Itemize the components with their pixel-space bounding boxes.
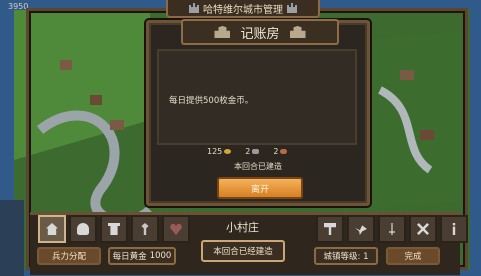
city-title: 哈特维尔城市管理 — [203, 4, 283, 16]
coin-indicator: 3950 — [8, 2, 29, 11]
done-button[interactable]: 完成 — [386, 247, 440, 265]
town-level-display: 城镇等级: 1 — [314, 247, 378, 265]
sword-icon — [389, 223, 395, 235]
tab-torch[interactable] — [131, 215, 159, 243]
tool-icon — [252, 149, 260, 154]
resource-meat: 2 — [273, 147, 288, 156]
tower-icon — [108, 223, 120, 235]
tab-towers[interactable] — [100, 215, 128, 243]
bottom-panel: 小村庄 兵力分配 每日黄金 1000 本回合已经建造 城镇等级: 1 完成 — [30, 212, 468, 275]
castle-icon — [189, 3, 199, 13]
resource-cost-row: 125 2 2 — [207, 147, 288, 156]
person-icon — [77, 223, 89, 235]
heart-icon — [170, 223, 182, 235]
crossed-swords-icon — [417, 223, 429, 235]
leave-button[interactable]: 离开 — [217, 177, 303, 199]
house-icon — [46, 223, 58, 235]
coin-icon — [224, 149, 232, 154]
info-icon — [452, 223, 456, 235]
resource-tool: 2 — [245, 147, 260, 156]
resource-coin: 125 — [207, 147, 232, 156]
tab-smithy[interactable] — [316, 215, 344, 243]
tab-housing[interactable] — [38, 215, 66, 243]
build-category-tabs — [38, 215, 190, 243]
building-icon — [289, 26, 306, 38]
dialog-body: 每日提供500枚金币。 — [157, 49, 357, 145]
torch-icon — [141, 223, 149, 235]
resource-amount: 125 — [207, 147, 223, 156]
location-name: 小村庄 — [226, 221, 259, 234]
daily-gold-value: 1000 — [149, 251, 172, 261]
built-this-turn-status: 本回合已经建造 — [201, 240, 285, 262]
resource-amount: 2 — [245, 147, 251, 156]
building-icon — [214, 26, 231, 38]
dialog-title: 记账房 — [240, 26, 280, 42]
castle-icon — [287, 3, 297, 13]
building-description: 每日提供500枚金币。 — [169, 96, 254, 106]
tab-people[interactable] — [69, 215, 97, 243]
troop-allocation-button[interactable]: 兵力分配 — [37, 247, 101, 265]
build-status-text: 本回合已建造 — [234, 162, 282, 171]
city-title-bar: 哈特维尔城市管理 — [166, 0, 320, 18]
tab-bird[interactable] — [347, 215, 375, 243]
daily-gold-label: 每日黄金 — [112, 252, 147, 262]
meat-icon — [280, 149, 288, 154]
resource-amount: 2 — [273, 147, 279, 156]
hammer-icon — [324, 223, 336, 235]
bird-icon — [355, 225, 367, 235]
building-dialog: 记账房 每日提供500枚金币。 125 2 2 本回合已建造 离开 — [146, 19, 370, 206]
tab-weapons[interactable] — [378, 215, 406, 243]
dialog-title-bar: 记账房 — [181, 19, 339, 45]
action-tabs — [316, 215, 468, 243]
tab-battle[interactable] — [409, 215, 437, 243]
game-screen: 3950 哈特维尔城市管理 记账房 每日提供500枚金币。 125 2 2 本回… — [0, 0, 481, 276]
tab-info[interactable] — [440, 215, 468, 243]
daily-gold-display: 每日黄金 1000 — [108, 247, 176, 265]
tab-health[interactable] — [162, 215, 190, 243]
